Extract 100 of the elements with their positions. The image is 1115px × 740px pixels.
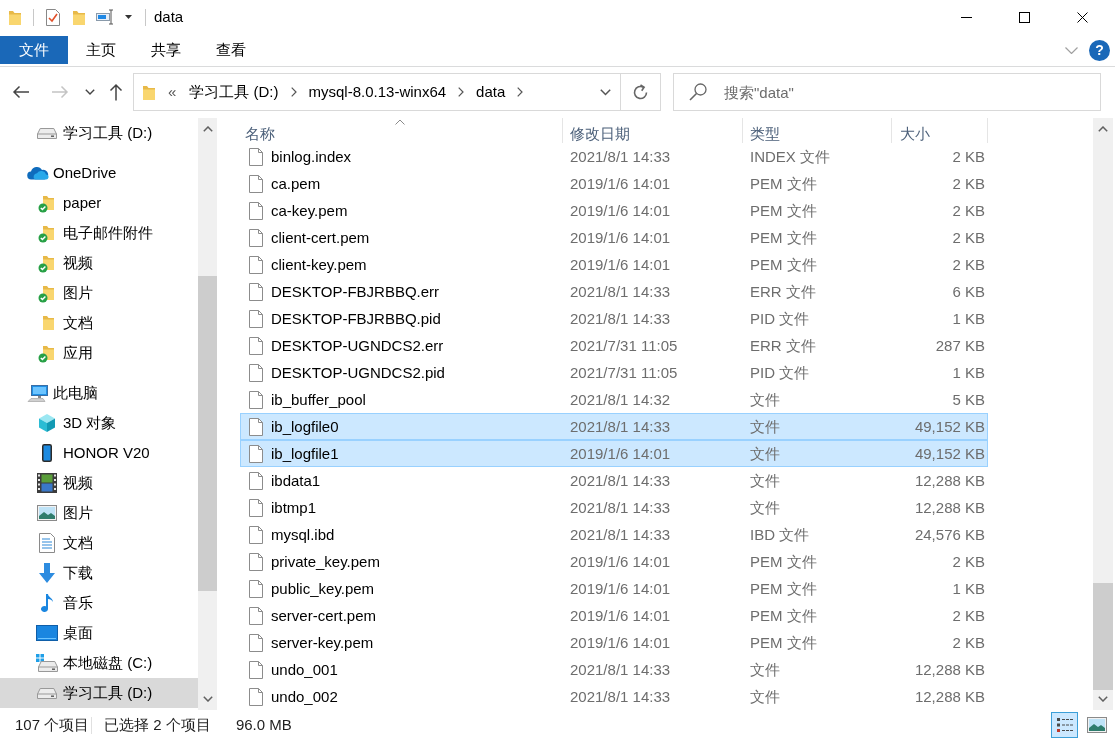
nav-tree-item[interactable]: 视频 — [0, 468, 198, 498]
file-row[interactable]: ca.pem 2019/1/6 14:01 PEM 文件 2 KB — [240, 170, 988, 197]
chevron-right-icon[interactable] — [458, 87, 465, 97]
file-row[interactable]: client-cert.pem 2019/1/6 14:01 PEM 文件 2 KB — [240, 224, 988, 251]
file-row[interactable]: public_key.pem 2019/1/6 14:01 PEM 文件 1 KB — [240, 575, 988, 602]
file-size: 49,152 KB — [914, 417, 985, 436]
file-row[interactable]: binlog.index 2021/8/1 14:33 INDEX 文件 2 KB — [240, 143, 988, 170]
scrollbar-thumb[interactable] — [1093, 583, 1113, 690]
breadcrumb[interactable]: mysql-8.0.13-winx64 — [305, 83, 450, 101]
scrollbar[interactable] — [198, 118, 217, 710]
file-row[interactable]: server-key.pem 2019/1/6 14:01 PEM 文件 2 KB — [240, 629, 988, 656]
nav-tree-item[interactable]: 下载 — [0, 558, 198, 588]
file-name: DESKTOP-FBJRBBQ.err — [271, 282, 440, 301]
nav-tree-item[interactable]: paper — [0, 188, 198, 218]
chevron-down-icon[interactable] — [85, 89, 95, 95]
text-field-cursor-icon[interactable] — [96, 9, 116, 25]
breadcrumb[interactable]: data — [473, 83, 509, 101]
file-size: 6 KB — [952, 282, 985, 301]
file-row[interactable]: ibtmp1 2021/8/1 14:33 文件 12,288 KB — [240, 494, 988, 521]
cloud-icon — [27, 166, 49, 180]
file-row[interactable]: ibdata1 2021/8/1 14:33 文件 12,288 KB — [240, 467, 988, 494]
file-name: ibtmp1 — [271, 498, 317, 517]
nav-tree-item[interactable]: 文档 — [0, 528, 198, 558]
file-size: 2 KB — [952, 201, 985, 220]
nav-tree-item[interactable]: 图片 — [0, 278, 198, 308]
folder-icon — [142, 83, 156, 101]
nav-tree-item[interactable]: 此电脑 — [0, 378, 198, 408]
search-field[interactable]: 搜索"data" — [673, 73, 1101, 111]
column-header[interactable]: 名称 — [240, 118, 563, 143]
nav-tree-item[interactable]: OneDrive — [0, 158, 198, 188]
file-row[interactable]: DESKTOP-FBJRBBQ.pid 2021/8/1 14:33 PID 文件 1 KB — [240, 305, 988, 332]
close-icon[interactable] — [1076, 11, 1088, 23]
download-arrow-icon — [38, 563, 56, 583]
picture-icon — [1086, 717, 1107, 733]
nav-tree-item[interactable]: 视频 — [0, 248, 198, 278]
file-icon — [249, 390, 263, 409]
nav-tree-item[interactable]: 文档 — [0, 308, 198, 338]
nav-tree-item[interactable]: 图片 — [0, 498, 198, 528]
file-row[interactable]: ib_logfile0 2021/8/1 14:33 文件 49,152 KB — [240, 413, 988, 440]
help-button[interactable]: ? — [1089, 39, 1110, 61]
nav-tree-item[interactable]: 3D 对象 — [0, 408, 198, 438]
nav-tree-item[interactable]: 学习工具 (D:) — [0, 118, 198, 148]
nav-tree-item[interactable]: HONOR V20 — [0, 438, 198, 468]
refresh-icon[interactable] — [632, 83, 649, 101]
file-row[interactable]: private_key.pem 2019/1/6 14:01 PEM 文件 2 KB — [240, 548, 988, 575]
caret-down-icon[interactable] — [125, 15, 132, 19]
breadcrumb[interactable]: 学习工具 (D:) — [186, 83, 282, 101]
column-header[interactable]: 大小 — [892, 118, 988, 143]
file-row[interactable]: ib_logfile1 2019/1/6 14:01 文件 49,152 KB — [240, 440, 988, 467]
modified-date: 2019/1/6 14:01 — [570, 552, 671, 571]
chevron-right-icon[interactable] — [290, 87, 297, 97]
up-arrow-icon[interactable] — [109, 83, 123, 101]
column-header[interactable]: 修改日期 — [563, 118, 743, 143]
column-header[interactable]: 类型 — [743, 118, 892, 143]
file-icon — [249, 579, 263, 598]
chevron-right-icon[interactable] — [517, 87, 524, 97]
chevron-up-icon[interactable] — [1098, 126, 1108, 132]
back-arrow-icon[interactable] — [12, 85, 30, 99]
chevron-down-icon[interactable] — [1098, 696, 1108, 702]
file-row[interactable]: client-key.pem 2019/1/6 14:01 PEM 文件 2 KB — [240, 251, 988, 278]
chevron-down-icon[interactable] — [599, 88, 611, 96]
ribbon-tab[interactable]: 共享 — [133, 36, 198, 64]
file-menu-tab[interactable]: 文件 — [0, 36, 68, 64]
file-type: 文件 — [750, 498, 780, 517]
chevron-down-icon[interactable] — [202, 696, 213, 702]
chevron-up-icon[interactable] — [202, 126, 213, 132]
details-view-button[interactable] — [1051, 712, 1078, 738]
file-row[interactable]: DESKTOP-UGNDCS2.pid 2021/7/31 11:05 PID 文件 1 KB — [240, 359, 988, 386]
file-size: 49,152 KB — [914, 444, 985, 463]
file-row[interactable]: mysql.ibd 2021/8/1 14:33 IBD 文件 24,576 KB — [240, 521, 988, 548]
minimize-icon[interactable] — [960, 16, 972, 18]
drive-with-windows-logo-icon — [36, 654, 58, 672]
nav-tree-item[interactable]: 学习工具 (D:) — [0, 678, 198, 708]
file-row[interactable]: server-cert.pem 2019/1/6 14:01 PEM 文件 2 KB — [240, 602, 988, 629]
scrollbar-thumb[interactable] — [198, 276, 217, 591]
address-bar[interactable]: « 学习工具 (D:) mysql-8.0.13-winx64 data — [133, 73, 661, 111]
file-name: client-cert.pem — [271, 228, 370, 247]
nav-tree-item[interactable]: 音乐 — [0, 588, 198, 618]
file-row[interactable]: ib_buffer_pool 2021/8/1 14:32 文件 5 KB — [240, 386, 988, 413]
file-type: 文件 — [750, 417, 780, 436]
nav-tree-item[interactable]: 电子邮件附件 — [0, 218, 198, 248]
file-row[interactable]: undo_001 2021/8/1 14:33 文件 12,288 KB — [240, 656, 988, 683]
nav-tree-item[interactable]: 桌面 — [0, 618, 198, 648]
nav-tree-item[interactable]: 应用 — [0, 338, 198, 368]
breadcrumb-overflow-button[interactable]: « — [166, 83, 179, 101]
item-count: 107 个项目 — [15, 716, 90, 734]
file-type: PEM 文件 — [750, 201, 817, 220]
ribbon-tab[interactable]: 查看 — [198, 36, 263, 64]
file-row[interactable]: DESKTOP-FBJRBBQ.err 2021/8/1 14:33 ERR 文件 6 KB — [240, 278, 988, 305]
document-icon — [39, 533, 55, 553]
page-with-check-icon[interactable] — [46, 8, 60, 26]
file-row[interactable]: ca-key.pem 2019/1/6 14:01 PEM 文件 2 KB — [240, 197, 988, 224]
maximize-icon[interactable] — [1018, 11, 1030, 23]
file-row[interactable]: DESKTOP-UGNDCS2.err 2021/7/31 11:05 ERR 文件 287 KB — [240, 332, 988, 359]
modified-date: 2021/8/1 14:33 — [570, 282, 671, 301]
modified-date: 2019/1/6 14:01 — [570, 228, 671, 247]
scrollbar[interactable] — [1093, 118, 1113, 710]
nav-tree-item[interactable]: 本地磁盘 (C:) — [0, 648, 198, 678]
file-row[interactable]: undo_002 2021/8/1 14:33 文件 12,288 KB — [240, 683, 988, 710]
ribbon-tab[interactable]: 主页 — [68, 36, 133, 64]
